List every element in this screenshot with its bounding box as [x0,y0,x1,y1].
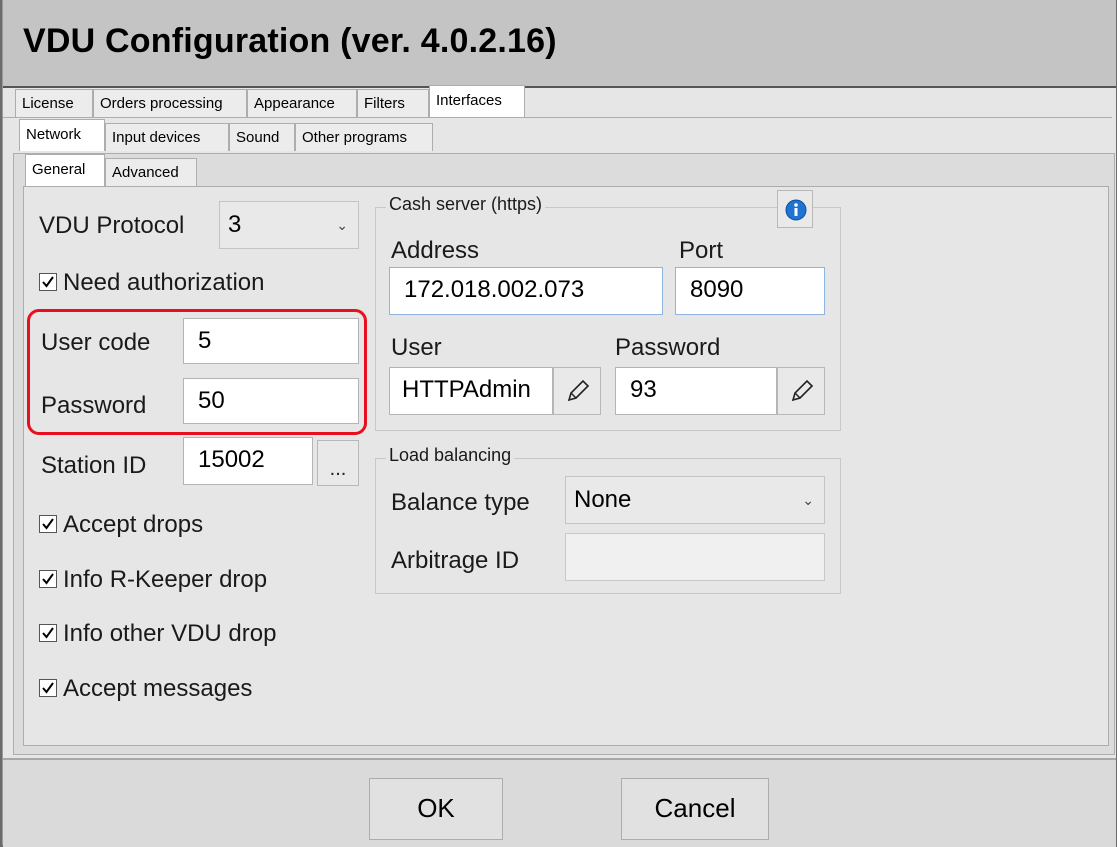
window-title: VDU Configuration (ver. 4.0.2.16) [23,22,557,60]
edit-user-button[interactable] [553,367,601,415]
checkmark-icon [39,569,57,588]
address-input[interactable]: 172.018.002.073 [389,267,663,315]
vdu-protocol-select[interactable]: 3 ⌄ [219,201,359,249]
accept-drops-label: Accept drops [63,511,204,538]
tab-appearance[interactable]: Appearance [247,89,357,117]
arbitrage-id-input[interactable] [565,533,825,581]
balance-type-label: Balance type [391,489,530,516]
tab-general[interactable]: General [25,154,105,186]
user-input[interactable]: HTTPAdmin [389,367,553,415]
checkmark-icon [39,272,57,291]
station-id-browse-button[interactable]: ... [317,440,359,486]
address-label: Address [391,237,480,264]
chevron-down-icon: ⌄ [336,217,348,233]
configuration-window: VDU Configuration (ver. 4.0.2.16) Licens… [2,0,1116,847]
checkmark-icon [39,623,57,642]
arbitrage-id-label: Arbitrage ID [391,547,520,574]
tab-other-programs[interactable]: Other programs [295,123,433,151]
accept-drops-checkbox[interactable]: Accept drops [39,511,203,539]
pencil-icon [565,378,591,410]
station-id-input[interactable]: 15002 [183,437,313,485]
info-button[interactable] [777,190,813,228]
title-bar: VDU Configuration (ver. 4.0.2.16) [3,0,1116,88]
balance-type-select[interactable]: None ⌄ [565,476,825,524]
info-other-vdu-drop-checkbox[interactable]: Info other VDU drop [39,620,276,648]
cash-server-group-label: Cash server (https) [386,194,546,215]
cash-password-label: Password [615,334,721,361]
port-input[interactable]: 8090 [675,267,825,315]
checkmark-icon [39,678,57,697]
vdu-protocol-label: VDU Protocol [39,212,185,239]
port-label: Port [679,237,724,264]
tab-divider [3,117,1112,118]
accept-messages-checkbox[interactable]: Accept messages [39,675,252,703]
tab-license[interactable]: License [15,89,93,117]
ok-button[interactable]: OK [369,778,503,840]
info-icon [785,199,807,227]
tab-input-devices[interactable]: Input devices [105,123,229,151]
need-authorization-checkbox[interactable]: Need authorization [39,269,264,297]
tab-interfaces[interactable]: Interfaces [429,85,525,117]
pencil-icon [789,378,815,410]
highlight-frame [27,309,367,435]
dialog-footer: OK Cancel [3,758,1116,847]
tab-network[interactable]: Network [19,119,105,151]
tab-advanced[interactable]: Advanced [105,158,197,186]
load-balancing-group-label: Load balancing [386,445,515,466]
info-other-vdu-drop-label: Info other VDU drop [63,620,277,647]
need-authorization-label: Need authorization [63,269,265,296]
checkmark-icon [39,514,57,533]
vdu-protocol-value: 3 [228,211,242,238]
station-id-label: Station ID [41,452,147,479]
balance-type-value: None [574,486,632,513]
accept-messages-label: Accept messages [63,675,253,702]
cash-password-input[interactable]: 93 [615,367,777,415]
info-rkeeper-drop-checkbox[interactable]: Info R-Keeper drop [39,566,267,594]
cancel-button[interactable]: Cancel [621,778,769,840]
tab-orders-processing[interactable]: Orders processing [93,89,247,117]
edit-password-button[interactable] [777,367,825,415]
tab-filters[interactable]: Filters [357,89,429,117]
info-rkeeper-drop-label: Info R-Keeper drop [63,566,268,593]
chevron-down-icon: ⌄ [802,492,814,508]
user-label: User [391,334,442,361]
tab-sound[interactable]: Sound [229,123,295,151]
